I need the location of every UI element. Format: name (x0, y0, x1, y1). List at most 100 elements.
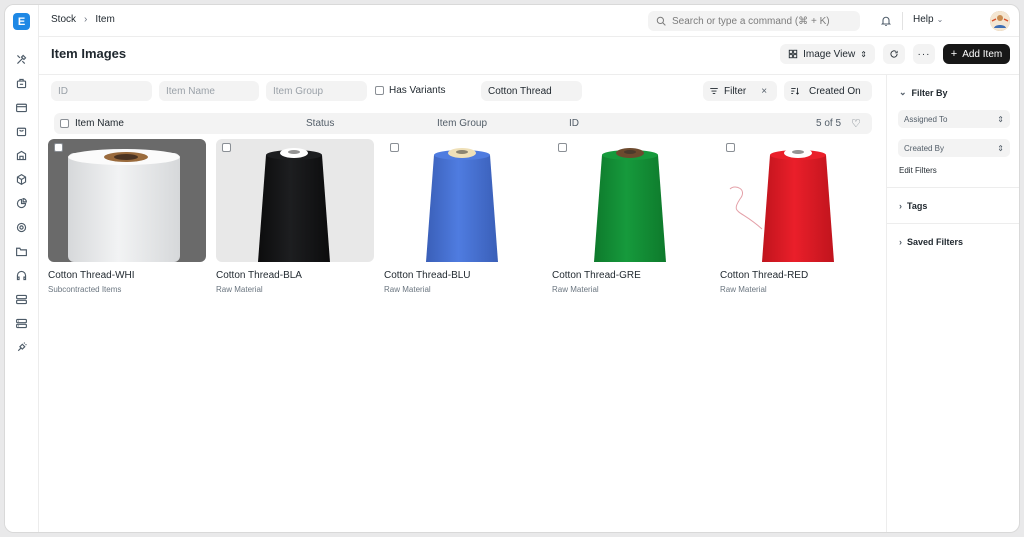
headset-icon[interactable] (14, 268, 28, 282)
more-icon: ··· (917, 48, 931, 60)
item-name-filter-input[interactable]: Item Name (159, 81, 259, 101)
item-image[interactable] (48, 139, 206, 262)
item-title[interactable]: Cotton Thread-GRE (552, 270, 710, 281)
item-image[interactable] (216, 139, 374, 262)
thread-spool-illustration (426, 148, 498, 262)
column-id[interactable]: ID (569, 118, 579, 129)
item-card[interactable]: Cotton Thread-RED Raw Material (720, 139, 878, 294)
has-variants-checkbox[interactable] (375, 86, 384, 95)
refresh-button[interactable] (883, 44, 905, 64)
item-group: Raw Material (216, 285, 263, 294)
breadcrumb-item[interactable]: Item (95, 14, 114, 25)
folder-icon[interactable] (14, 244, 28, 258)
saved-filters-toggle[interactable]: › Saved Filters (899, 237, 963, 247)
filter-by-label: Filter By (911, 87, 948, 98)
view-label: Image View (803, 48, 856, 60)
item-group: Subcontracted Items (48, 285, 122, 294)
help-menu[interactable]: Help ⌄ (913, 14, 943, 25)
view-switcher-button[interactable]: Image View ⇕ (780, 44, 875, 64)
cube-icon[interactable] (14, 172, 28, 186)
item-group: Raw Material (384, 285, 431, 294)
select-all-checkbox[interactable] (60, 119, 69, 128)
heart-icon[interactable]: ♡ (851, 117, 861, 130)
help-label: Help (913, 14, 934, 25)
item-card[interactable]: Cotton Thread-GRE Raw Material (552, 139, 710, 294)
app-logo[interactable]: E (13, 13, 30, 30)
plug-icon[interactable] (14, 340, 28, 354)
tags-label: Tags (907, 201, 928, 211)
divider (902, 12, 903, 30)
chevron-right-icon: › (899, 237, 902, 247)
tools-icon[interactable] (14, 52, 28, 66)
has-variants-label: Has Variants (389, 85, 446, 96)
server-icon[interactable] (14, 292, 28, 306)
item-group: Raw Material (720, 285, 767, 294)
thread-spool-illustration (594, 148, 666, 262)
divider (887, 223, 1019, 224)
box-icon[interactable] (14, 76, 28, 90)
item-title[interactable]: Cotton Thread-BLA (216, 270, 374, 281)
item-group-filter-input[interactable]: Item Group (266, 81, 367, 101)
app-window: E Stock › Item Search or type a command … (4, 4, 1020, 533)
grid-icon (788, 49, 798, 59)
item-checkbox[interactable] (726, 143, 735, 152)
saved-filters-label: Saved Filters (907, 237, 964, 247)
clear-filter-icon[interactable]: × (761, 86, 767, 97)
filter-by-toggle[interactable]: ⌄ Filter By (899, 87, 948, 98)
list-header: Item Name Status Item Group ID 5 of 5 ♡ (54, 113, 872, 134)
sidebar: E (5, 5, 39, 532)
item-checkbox[interactable] (558, 143, 567, 152)
item-checkbox[interactable] (390, 143, 399, 152)
avatar[interactable] (990, 11, 1010, 31)
item-title[interactable]: Cotton Thread-BLU (384, 270, 542, 281)
filter-icon (710, 88, 718, 94)
search-placeholder: Search or type a command (⌘ + K) (672, 15, 830, 27)
chevron-right-icon: › (84, 14, 88, 25)
column-status[interactable]: Status (306, 118, 334, 129)
chevron-updown-icon: ⇕ (860, 49, 867, 59)
sidebar-filters-panel: ⌄ Filter By Assigned To ⇕ Created By ⇕ E… (886, 75, 1019, 532)
breadcrumb-stock[interactable]: Stock (51, 14, 76, 25)
item-title[interactable]: Cotton Thread-WHI (48, 270, 206, 281)
item-image[interactable] (720, 139, 878, 262)
item-image[interactable] (384, 139, 542, 262)
topbar: Stock › Item (39, 5, 1019, 37)
chevron-right-icon: › (899, 201, 902, 211)
id-filter-input[interactable]: ID (51, 81, 152, 101)
item-title[interactable]: Cotton Thread-RED (720, 270, 878, 281)
item-card[interactable]: Cotton Thread-BLA Raw Material (216, 139, 374, 294)
item-filter-input[interactable]: Cotton Thread (481, 81, 582, 101)
item-checkbox[interactable] (54, 143, 63, 152)
item-card[interactable]: Cotton Thread-BLU Raw Material (384, 139, 542, 294)
target-icon[interactable] (14, 220, 28, 234)
edit-filters-link[interactable]: Edit Filters (899, 166, 937, 175)
filter-button[interactable]: Filter × (703, 81, 777, 101)
item-image[interactable] (552, 139, 710, 262)
refresh-icon (890, 50, 898, 58)
card-icon[interactable] (14, 100, 28, 114)
notification-bell-icon[interactable] (880, 14, 893, 27)
chevron-down-icon: ⌄ (936, 15, 944, 24)
add-item-label: Add Item (962, 48, 1003, 60)
thread-spool-illustration (258, 148, 330, 262)
item-checkbox[interactable] (222, 143, 231, 152)
result-count: 5 of 5 (816, 118, 842, 129)
database-icon[interactable] (14, 316, 28, 330)
has-variants-filter[interactable]: Has Variants (375, 85, 446, 96)
bag-icon[interactable] (14, 124, 28, 138)
tags-toggle[interactable]: › Tags (899, 201, 927, 211)
add-item-button[interactable]: + Add Item (943, 44, 1010, 64)
created-by-select[interactable]: Created By ⇕ (898, 139, 1010, 157)
search-input[interactable]: Search or type a command (⌘ + K) (648, 11, 860, 31)
chevron-down-icon: ⌄ (899, 87, 907, 97)
column-item-name[interactable]: Item Name (75, 118, 124, 129)
sort-icon (791, 87, 800, 95)
item-card[interactable]: Cotton Thread-WHI Subcontracted Items (48, 139, 206, 294)
more-options-button[interactable]: ··· (913, 44, 935, 64)
assigned-to-select[interactable]: Assigned To ⇕ (898, 110, 1010, 128)
column-item-group[interactable]: Item Group (437, 118, 487, 129)
building-icon[interactable] (14, 148, 28, 162)
sort-button[interactable]: Created On (784, 81, 872, 101)
divider (39, 74, 1019, 75)
pie-icon[interactable] (14, 196, 28, 210)
